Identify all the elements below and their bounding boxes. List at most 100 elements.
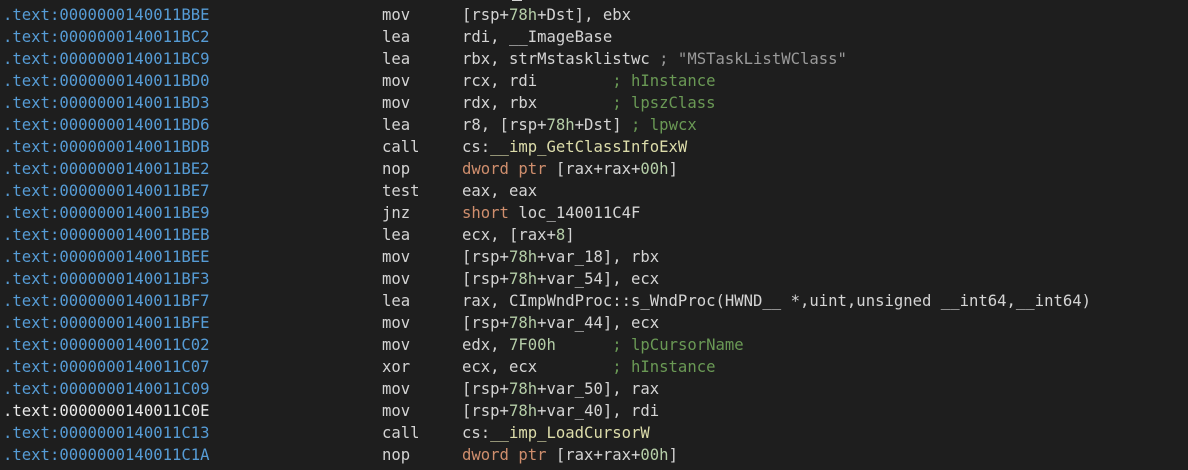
address[interactable]: .text:0000000140011BEB <box>3 224 210 246</box>
operands[interactable]: rcx, rdi ; hInstance <box>462 70 716 92</box>
address[interactable]: .text:0000000140011BF7 <box>3 290 210 312</box>
address[interactable]: .text:0000000140011BE2 <box>3 158 210 180</box>
address[interactable]: .text:0000000140011BC2 <box>3 26 210 48</box>
mnemonic[interactable]: mov <box>382 312 410 334</box>
address[interactable]: .text:0000000140011C09 <box>3 378 210 400</box>
operands[interactable]: dword ptr [rax+rax+00h] <box>462 158 678 180</box>
address[interactable]: .text:0000000140011C0E <box>3 400 210 422</box>
operands[interactable]: [rsp+78h+var_18], rbx <box>462 246 659 268</box>
mnemonic[interactable]: lea <box>382 48 410 70</box>
mnemonic[interactable]: lea <box>382 114 410 136</box>
operands[interactable]: r8, [rsp+78h+Dst] ; lpwcx <box>462 114 697 136</box>
listing-row[interactable]: .text:0000000140011BE7 test eax, eax <box>0 180 1188 202</box>
operand-token: dword ptr <box>462 446 547 464</box>
operand-token: [rsp+ <box>462 270 509 288</box>
listing-row[interactable]: .text:0000000140011BD3 mov rdx, rbx ; lpsz… <box>0 92 1188 114</box>
operands[interactable]: [rsp+78h+var_44], ecx <box>462 312 659 334</box>
mnemonic[interactable]: nop <box>382 158 410 180</box>
address[interactable]: .text:0000000140011BD0 <box>3 70 210 92</box>
operands[interactable]: cs:__imp_GetClassInfoExW <box>462 136 687 158</box>
address[interactable]: .text:0000000140011C1A <box>3 444 210 466</box>
address[interactable]: .text:0000000140011BFE <box>3 312 210 334</box>
listing-row[interactable]: .text:0000000140011C1A nop dword ptr [rax+… <box>0 444 1188 466</box>
address[interactable]: .text:0000000140011BF3 <box>3 268 210 290</box>
mnemonic[interactable]: mov <box>382 268 410 290</box>
mnemonic[interactable]: mov <box>382 334 410 356</box>
listing-row[interactable]: .text:0000000140011C07 xor ecx, ecx ; hIns… <box>0 356 1188 378</box>
operands[interactable]: rbx, strMstasklistwc ; "MSTaskListWClass… <box>462 48 847 70</box>
operands[interactable]: cs:__imp_LoadCursorW <box>462 422 650 444</box>
mnemonic[interactable]: mov <box>382 246 410 268</box>
listing-row[interactable]: .text:0000000140011BD6 lea r8, [rsp+78h+Ds… <box>0 114 1188 136</box>
operand-token: ] <box>668 160 678 178</box>
operand-token: [rax+rax+ <box>546 446 641 464</box>
listing-row[interactable]: .text:0000000140011C02 mov edx, 7F00h ; lp… <box>0 334 1188 356</box>
listing-row[interactable]: .text:0000000140011C09 mov [rsp+78h+var_50… <box>0 378 1188 400</box>
operand-token: cs: <box>462 424 491 442</box>
address[interactable]: .text:0000000140011BBE <box>3 4 210 26</box>
mnemonic[interactable]: lea <box>382 224 410 246</box>
mnemonic[interactable]: mov <box>382 378 410 400</box>
operand-token: 7F00h <box>508 336 556 354</box>
operands[interactable]: ecx, [rax+8] <box>462 224 575 246</box>
operand-token: 78h <box>508 248 538 266</box>
operand-token: r8, [rsp+ <box>462 116 547 134</box>
operands[interactable]: [rsp+78h+Dst], ebx <box>462 4 631 26</box>
listing-row[interactable]: .text:0000000140011BBE mov [rsp+78h+Dst], … <box>0 4 1188 26</box>
address[interactable]: .text:0000000140011BC9 <box>3 48 210 70</box>
operands[interactable]: [rsp+78h+var_40], rdi <box>462 400 659 422</box>
mnemonic[interactable]: jnz <box>382 202 410 224</box>
address[interactable]: .text:0000000140011BD3 <box>3 92 210 114</box>
address[interactable]: .text:0000000140011BEE <box>3 246 210 268</box>
address[interactable]: .text:0000000140011C07 <box>3 356 210 378</box>
operand-token: eax, eax <box>462 182 538 200</box>
operand-token: rdx, rbx <box>462 94 613 112</box>
operands[interactable]: eax, eax <box>462 180 537 202</box>
operands[interactable]: dword ptr [rax+rax+00h] <box>462 444 678 466</box>
listing-row[interactable]: .text:0000000140011BEE mov [rsp+78h+var_18… <box>0 246 1188 268</box>
operands[interactable]: edx, 7F00h ; lpCursorName <box>462 334 744 356</box>
address[interactable]: .text:0000000140011BDB <box>3 136 210 158</box>
operands[interactable]: rax, CImpWndProc::s_WndProc(HWND__ *,uin… <box>462 290 1091 312</box>
operands[interactable]: rdx, rbx ; lpszClass <box>462 92 716 114</box>
mnemonic[interactable]: mov <box>382 92 410 114</box>
mnemonic[interactable]: xor <box>382 356 410 378</box>
listing-row[interactable]: .text:0000000140011C13 call cs:__imp_LoadC… <box>0 422 1188 444</box>
mnemonic[interactable]: test <box>382 180 420 202</box>
listing-row[interactable]: .text:0000000140011BF7 lea rax, CImpWndPro… <box>0 290 1188 312</box>
operands[interactable]: rdi, __ImageBase <box>462 26 612 48</box>
mnemonic[interactable]: mov <box>382 70 410 92</box>
operand-token: +var_18], rbx <box>537 248 660 266</box>
listing-row[interactable]: .text:0000000140011BC2 lea rdi, __ImageBas… <box>0 26 1188 48</box>
mnemonic[interactable]: lea <box>382 290 410 312</box>
operands[interactable]: [rsp+78h+var_50], rax <box>462 378 659 400</box>
mnemonic[interactable]: call <box>382 422 420 444</box>
address[interactable]: .text:0000000140011BE7 <box>3 180 210 202</box>
address[interactable]: .text:0000000140011BD6 <box>3 114 210 136</box>
mnemonic[interactable]: mov <box>382 400 410 422</box>
mnemonic[interactable]: call <box>382 136 420 158</box>
address[interactable]: .text:0000000140011C02 <box>3 334 210 356</box>
operand-token: rbx, strMstasklistwc <box>462 50 650 68</box>
operand-token: dword ptr <box>462 160 547 178</box>
listing-row[interactable]: .text:0000000140011BE2 nop dword ptr [rax+… <box>0 158 1188 180</box>
listing-row[interactable]: .text:0000000140011BDB call cs:__imp_GetCl… <box>0 136 1188 158</box>
address[interactable]: .text:0000000140011BE9 <box>3 202 210 224</box>
operand-token: rdi, __ImageBase <box>462 28 613 46</box>
operand-token: ; lpwcx <box>631 116 697 134</box>
mnemonic[interactable]: nop <box>382 444 410 466</box>
listing-row[interactable]: .text:0000000140011BD0 mov rcx, rdi ; hIns… <box>0 70 1188 92</box>
address[interactable]: .text:0000000140011C13 <box>3 422 210 444</box>
mnemonic[interactable]: mov <box>382 4 410 26</box>
listing-row[interactable]: .text:0000000140011BE9 jnz short loc_14001… <box>0 202 1188 224</box>
operand-token: loc_140011C4F <box>508 204 641 222</box>
listing-row[interactable]: .text:0000000140011BEB lea ecx, [rax+8] <box>0 224 1188 246</box>
operands[interactable]: ecx, ecx ; hInstance <box>462 356 716 378</box>
operands[interactable]: short loc_140011C4F <box>462 202 640 224</box>
listing-row[interactable]: .text:0000000140011C0E mov [rsp+78h+var_40… <box>0 400 1188 422</box>
operands[interactable]: [rsp+78h+var_54], ecx <box>462 268 659 290</box>
listing-row[interactable]: .text:0000000140011BC9 lea rbx, strMstaskl… <box>0 48 1188 70</box>
mnemonic[interactable]: lea <box>382 26 410 48</box>
listing-row[interactable]: .text:0000000140011BFE mov [rsp+78h+var_44… <box>0 312 1188 334</box>
listing-row[interactable]: .text:0000000140011BF3 mov [rsp+78h+var_54… <box>0 268 1188 290</box>
